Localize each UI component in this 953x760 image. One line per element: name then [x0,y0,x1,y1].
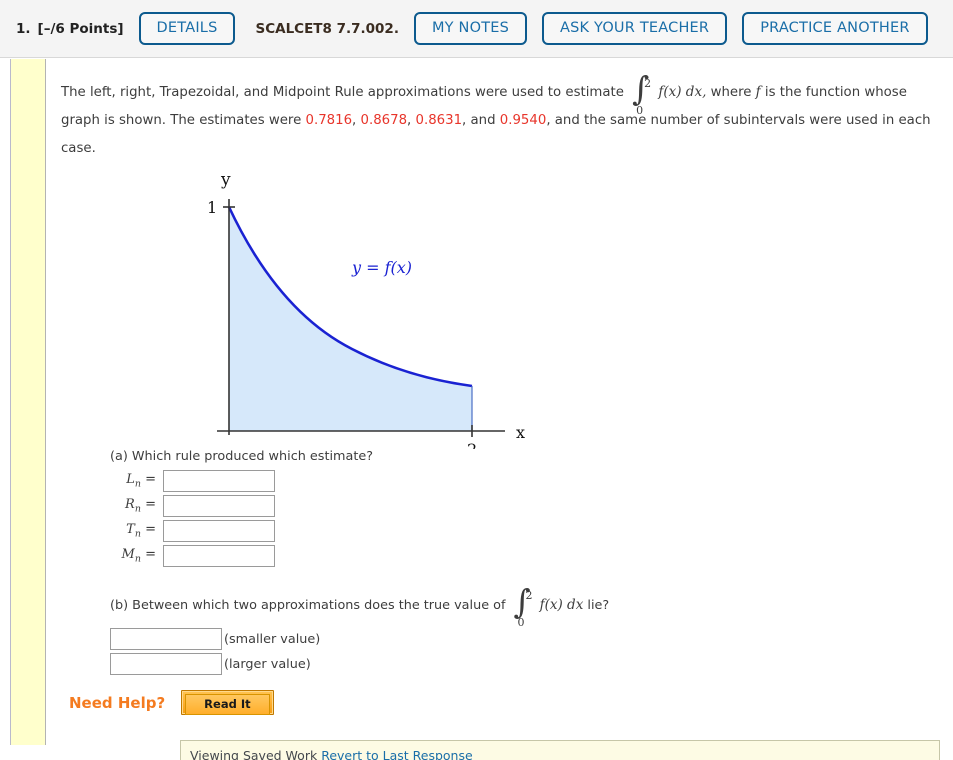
my-notes-button[interactable]: MY NOTES [413,11,528,46]
input-rn[interactable] [163,495,275,517]
saved-work-panel: Viewing Saved Work Revert to Last Respon… [180,740,940,760]
function-symbol-f: f [755,84,761,100]
need-help-label: Need Help? [69,693,166,712]
input-mn[interactable] [163,545,275,567]
integral-lower-limit: 0 [636,104,644,117]
shaded-area-under-curve [229,207,472,431]
part-a-prompt: (a) Which rule produced which estimate? [110,449,374,464]
larger-value-label: (larger value) [224,656,311,672]
curve-equation-label: y = f(x) [351,258,412,277]
question-status-rail [10,59,46,745]
estimate-value-2: 0.8678 [360,113,408,128]
estimate-value-3: 0.8631 [415,113,463,128]
answer-row-rn: Rn = [110,495,610,517]
y-tick-label-1: 1 [207,198,217,217]
saved-work-label: Viewing Saved Work [190,748,318,760]
input-larger-value[interactable] [110,653,222,675]
input-tn[interactable] [163,520,275,542]
assignment-code: SCALCET8 7.7.002. [255,20,399,37]
answer-row-ln: Ln = [110,470,610,492]
sep-2: , [407,113,412,128]
question-points: [–/6 Points] [37,20,124,37]
integral-upper-limit: 2 [644,77,652,90]
read-it-button[interactable]: Read It [181,690,274,715]
part-b-prompt-before: (b) Between which two approximations doe… [110,598,506,613]
part-b-integrand: f(x) dx [539,597,584,613]
graph-svg: y x 1 2 y = f(x) [207,170,525,459]
part-b-prompt: (b) Between which two approximations doe… [110,585,810,629]
label-rn: Rn = [125,497,156,515]
statement-part-2: where [710,85,752,100]
label-tn: Tn = [126,522,156,540]
smaller-value-label: (smaller value) [224,631,321,647]
sep-3: , [462,113,467,128]
problem-statement: The left, right, Trapezoidal, and Midpoi… [61,72,931,163]
part-b-prompt-after: lie? [587,598,610,613]
question-content-area: The left, right, Trapezoidal, and Midpoi… [47,59,953,760]
label-mn: Mn = [121,547,156,565]
read-it-button-label: Read It [185,694,270,715]
sep-1: , [352,113,357,128]
revert-to-last-response-link[interactable]: Revert to Last Response [321,748,472,760]
estimate-value-1: 0.7816 [305,113,353,128]
practice-another-button[interactable]: PRACTICE ANOTHER [742,11,928,46]
need-help-section: Need Help? Read It [69,690,274,715]
estimate-value-4: 0.9540 [499,113,547,128]
integral-symbol-statement: ∫ 2 0 [628,72,654,117]
answer-row-larger: (larger value) [110,653,810,675]
and-word: and [470,113,496,128]
ask-your-teacher-button[interactable]: ASK YOUR TEACHER [542,11,728,46]
saved-work-text: Viewing Saved Work Revert to Last Respon… [181,741,939,760]
answer-row-tn: Tn = [110,520,610,542]
part-b-section: (b) Between which two approximations doe… [110,585,810,675]
answer-row-mn: Mn = [110,545,610,567]
x-tick-label-2: 2 [467,440,477,449]
input-smaller-value[interactable] [110,628,222,650]
input-ln[interactable] [163,470,275,492]
question-header-bar: 1. [–/6 Points] DETAILS SCALCET8 7.7.002… [0,0,953,58]
y-axis-label: y [220,170,231,190]
x-axis-label: x [516,423,525,442]
function-graph-figure: y x 1 2 y = f(x) [147,159,547,459]
integrand-expression: f(x) dx, [658,84,707,100]
part-b-integral-upper-limit: 2 [525,589,533,602]
details-button[interactable]: DETAILS [138,11,236,46]
integral-symbol-part-b: ∫ 2 0 [510,585,536,629]
statement-part-1: The left, right, Trapezoidal, and Midpoi… [61,85,624,100]
part-a-section: (a) Which rule produced which estimate? … [110,449,610,570]
label-ln: Ln = [126,472,156,490]
question-number: 1. [16,20,31,37]
part-b-integral-lower-limit: 0 [517,616,525,629]
answer-row-smaller: (smaller value) [110,628,810,650]
